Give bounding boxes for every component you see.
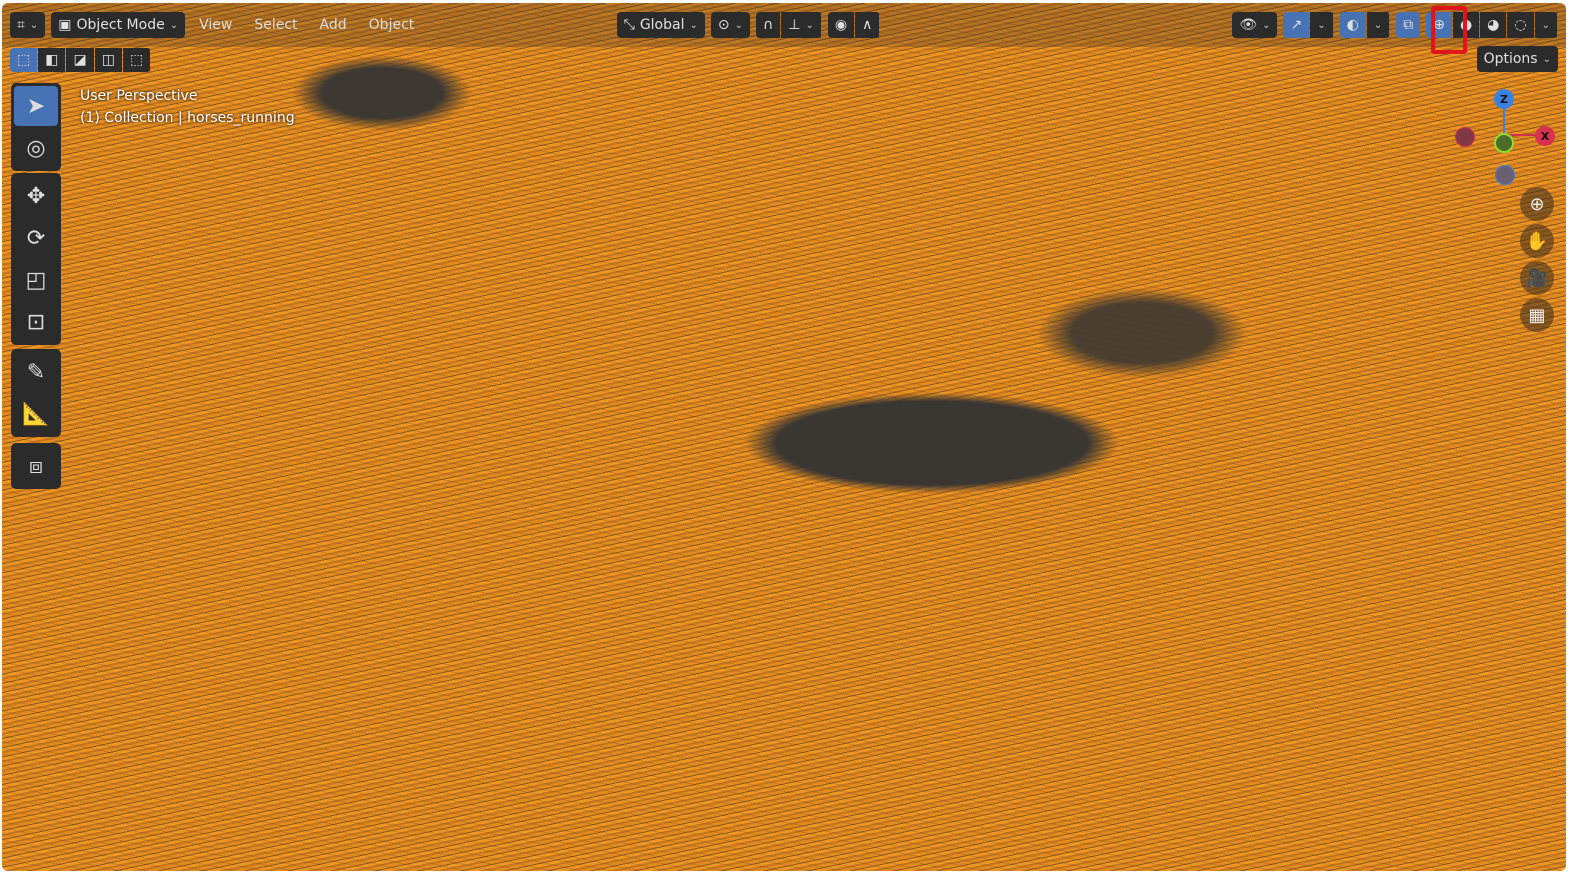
snap-target-dropdown[interactable]: ⊥ ⌄ [781,12,821,38]
scale-icon: ◰ [25,267,47,293]
add-cube-tool[interactable]: ⧈ [14,446,58,486]
select-invert-button[interactable]: ◫ [94,48,122,72]
xray-toggle[interactable]: ⧉ [1396,12,1421,38]
gizmo-dropdown[interactable]: ⌄ [1310,12,1333,38]
perspective-label: User Perspective [80,88,198,104]
object-name-label: horses_running [187,110,295,126]
pan-button[interactable]: ✋ [1520,224,1554,258]
add-cube-icon: ⧈ [29,453,43,479]
measure-tool[interactable]: 📐 [14,394,58,434]
cursor-arrow-icon: ➤ [26,93,46,119]
ortho-toggle-button[interactable]: ▦ [1520,298,1554,332]
menu-view[interactable]: View [191,17,240,33]
magnet-icon: ∩ [763,17,774,33]
menu-object[interactable]: Object [361,17,423,33]
zoom-magnifier-icon: ⊕ [1529,193,1545,215]
annotate-tool[interactable]: ✎ [14,352,58,392]
falloff-curve-icon: ∧ [862,17,873,33]
shading-dropdown[interactable]: ⌄ [1534,12,1557,38]
rotate-tool[interactable]: ⟳ [14,218,58,258]
overlays-dropdown[interactable]: ⌄ [1366,12,1390,38]
snap-toggle[interactable]: ∩ [756,12,781,38]
options-dropdown[interactable]: Options ⌄ [1476,46,1558,72]
highlight-annotation [1431,6,1467,54]
editor-type-button[interactable]: ⌗ ⌄ [10,12,46,38]
proportional-edit-toggle[interactable]: ◉ [827,12,855,38]
viewport-icon: ⌗ [17,17,25,33]
gizmo-icon: ↗ [1290,17,1303,33]
pivot-icon: ⊙ [717,17,730,33]
move-arrows-icon: ✥ [26,183,46,209]
3d-viewport[interactable]: ⌗ ⌄ ▣ Object Mode ⌄ View Select Add Object … [2,3,1566,871]
overlays-toggle[interactable]: ◐ [1339,12,1366,38]
scale-tool[interactable]: ◰ [14,260,58,300]
move-tool[interactable]: ✥ [14,176,58,216]
shading-material-button[interactable]: ◕ [1480,12,1507,38]
viewport-header: ⌗ ⌄ ▣ Object Mode ⌄ View Select Add Object … [2,3,1566,47]
gizmo-z-axis[interactable]: Z [1494,89,1514,109]
overlays-icon: ◐ [1346,17,1359,33]
select-new-button[interactable]: ⬚ [10,48,38,72]
rotate-icon: ⟳ [26,225,46,251]
gizmo-neg-z-axis[interactable] [1495,165,1515,185]
select-subtract-button[interactable]: ◪ [66,48,94,72]
select-extend-button[interactable]: ◧ [38,48,66,72]
visibility-dropdown[interactable]: 👁 ⌄ [1232,12,1278,38]
cursor-tool[interactable]: ◎ [14,128,58,168]
transform-icon: ⊡ [26,309,46,335]
camera-icon: 🎥 [1525,267,1549,289]
pivot-point-dropdown[interactable]: ⊙ ⌄ [710,12,750,38]
eye-icon: 👁 [1239,17,1258,33]
gizmo-toggle[interactable]: ↗ [1283,12,1310,38]
rendered-sphere-icon: ◌ [1514,17,1527,33]
gizmo-y-axis[interactable] [1494,133,1514,153]
toolbar-transform: ➤ ◎ [11,83,61,171]
proportional-icon: ◉ [834,17,848,33]
select-intersect-button[interactable]: ⬚ [122,48,151,72]
object-mode-icon: ▣ [58,17,72,33]
select-box-tool[interactable]: ➤ [14,86,58,126]
gizmo-x-axis[interactable]: X [1535,126,1555,146]
toolbar-transform-tools: ✥ ⟳ ◰ ⊡ [11,173,61,345]
menu-add[interactable]: Add [312,17,355,33]
xray-icon: ⧉ [1403,17,1414,33]
viewport-info: User Perspective (1) Collection | horses… [80,85,295,129]
orientation-icon: ⤡ [623,17,635,33]
toolbar-add: ⧈ [11,443,61,489]
menu-select[interactable]: Select [246,17,305,33]
grid-icon: ▦ [1528,304,1546,326]
ruler-icon: 📐 [22,401,50,427]
pencil-icon: ✎ [26,359,46,385]
snap-increment-icon: ⊥ [788,17,801,33]
selection-mode-group: ⬚ ◧ ◪ ◫ ⬚ [10,48,151,72]
material-sphere-icon: ◕ [1487,17,1500,33]
toolbar-annotate: ✎ 📐 [11,349,61,437]
hand-icon: ✋ [1525,230,1549,252]
mode-dropdown[interactable]: ▣ Object Mode ⌄ [51,12,186,38]
3d-cursor-icon: ◎ [26,135,46,161]
falloff-dropdown[interactable]: ∧ [855,12,880,38]
transform-orientation-dropdown[interactable]: ⤡ Global ⌄ [616,12,705,38]
zoom-button[interactable]: ⊕ [1520,187,1554,221]
transform-tool[interactable]: ⊡ [14,302,58,342]
collection-label: (1) Collection [80,110,174,126]
shading-rendered-button[interactable]: ◌ [1507,12,1534,38]
camera-view-button[interactable]: 🎥 [1520,261,1554,295]
gizmo-neg-x-axis[interactable] [1455,127,1475,147]
